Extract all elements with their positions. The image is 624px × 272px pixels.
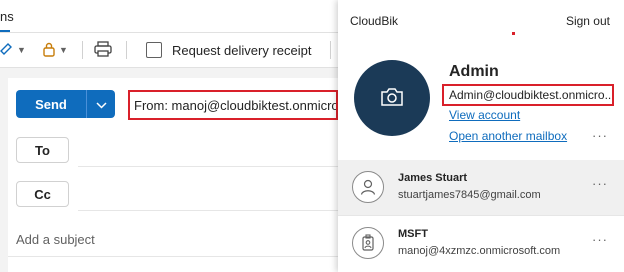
account-row-msft[interactable]: MSFT manoj@4xzmzc.onmicrosoft.com ··· <box>338 215 624 271</box>
send-options-button[interactable] <box>86 90 115 118</box>
send-button-group: Send <box>16 90 115 118</box>
toolbar-divider <box>126 41 127 59</box>
cc-button[interactable]: Cc <box>16 181 69 207</box>
checkbox-box[interactable] <box>146 42 162 58</box>
account-email: stuartjames7845@gmail.com <box>398 189 541 201</box>
current-account-avatar[interactable] <box>354 60 430 136</box>
open-another-mailbox-link[interactable]: Open another mailbox <box>449 129 567 143</box>
current-account-email: Admin@cloudbiktest.onmicro... <box>442 84 614 106</box>
current-account-name: Admin <box>449 63 499 80</box>
chevron-down-icon: ▼ <box>17 45 26 55</box>
account-name: MSFT <box>398 228 428 240</box>
annotation-dot <box>512 32 515 35</box>
sign-out-link[interactable]: Sign out <box>566 14 610 28</box>
account-name: James Stuart <box>398 172 468 184</box>
compose-pane-margin <box>0 78 8 272</box>
active-tab-indicator <box>0 30 10 32</box>
print-button[interactable] <box>94 33 112 67</box>
view-account-link[interactable]: View account <box>449 108 520 122</box>
subject-input[interactable]: Add a subject <box>16 232 95 247</box>
account-more-button[interactable]: ··· <box>592 232 608 247</box>
toolbar-divider <box>82 41 83 59</box>
to-field-line[interactable] <box>78 166 338 167</box>
badge-icon <box>352 227 384 259</box>
ribbon-tabs: ns <box>0 0 338 33</box>
lock-icon <box>42 41 56 60</box>
account-more-button[interactable]: ··· <box>592 176 608 191</box>
format-painter-icon <box>0 41 14 60</box>
brand-name: CloudBik <box>350 14 399 28</box>
send-button[interactable]: Send <box>16 90 86 118</box>
subject-field-line <box>8 256 338 257</box>
chevron-down-icon <box>95 97 107 112</box>
camera-icon <box>380 87 404 110</box>
ribbon-toolbar: ▼ ▼ Request delivery receipt <box>0 33 338 68</box>
printer-icon <box>94 40 112 60</box>
sensitivity-button[interactable]: ▼ <box>42 33 68 67</box>
person-icon <box>352 171 384 203</box>
chevron-down-icon: ▼ <box>59 45 68 55</box>
toolbar-divider <box>330 41 331 59</box>
account-row-james-stuart[interactable]: James Stuart stuartjames7845@gmail.com ·… <box>338 160 624 215</box>
account-manager-panel: CloudBik Sign out Admin Admin@cloudbikte… <box>338 0 624 272</box>
cc-field-line[interactable] <box>78 210 338 211</box>
format-painter-button[interactable]: ▼ <box>0 33 26 67</box>
ribbon-tab-options[interactable]: ns <box>0 9 14 24</box>
to-button[interactable]: To <box>16 137 69 163</box>
request-delivery-receipt-label: Request delivery receipt <box>172 42 312 58</box>
account-email: manoj@4xzmzc.onmicrosoft.com <box>398 245 561 257</box>
current-account-more-button[interactable]: ··· <box>592 128 608 143</box>
from-field[interactable]: From: manoj@cloudbiktest.onmicrosoft.com <box>128 90 338 120</box>
request-delivery-receipt-checkbox[interactable]: Request delivery receipt <box>146 33 311 67</box>
